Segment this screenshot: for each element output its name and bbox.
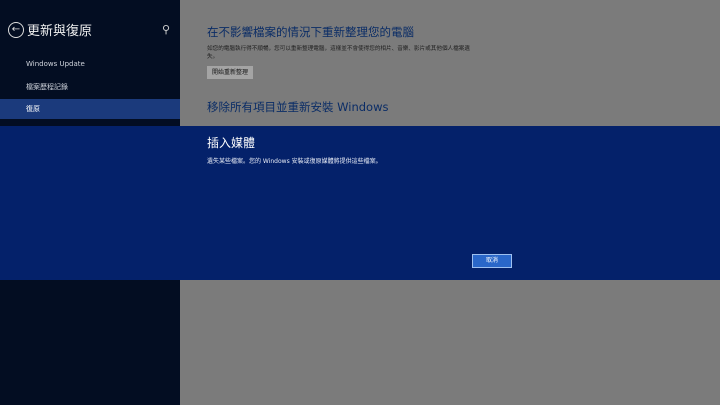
sidebar-item-recovery[interactable]: 復原 (0, 99, 180, 119)
search-icon[interactable]: ⚲ (162, 23, 170, 36)
back-arrow-icon[interactable]: ← (8, 22, 24, 38)
sidebar-header: ← 更新與復原 ⚲ (0, 0, 180, 60)
sidebar-item-file-history[interactable]: 檔案歷程記錄 (0, 77, 180, 97)
cancel-button[interactable]: 取消 (472, 254, 512, 268)
sidebar-title: 更新與復原 (27, 24, 93, 39)
refresh-description: 如您的電腦執行得不順暢，您可以重新整理電腦，這樣並不會使得您的相片、音樂、影片或… (207, 46, 470, 60)
insert-media-dialog: 插入媒體 遺失某些檔案。您的 Windows 安裝或復原媒體將提供這些檔案。 取… (0, 126, 720, 280)
refresh-title: 在不影響檔案的情況下重新整理您的電腦 (207, 25, 414, 39)
sidebar-item-windows-update[interactable]: Windows Update (0, 54, 180, 74)
reset-title: 移除所有項目並重新安裝 Windows (207, 100, 389, 114)
dialog-title: 插入媒體 (207, 136, 256, 150)
dialog-message: 遺失某些檔案。您的 Windows 安裝或復原媒體將提供這些檔案。 (207, 158, 382, 165)
start-refresh-button[interactable]: 開始重新整理 (207, 66, 254, 79)
